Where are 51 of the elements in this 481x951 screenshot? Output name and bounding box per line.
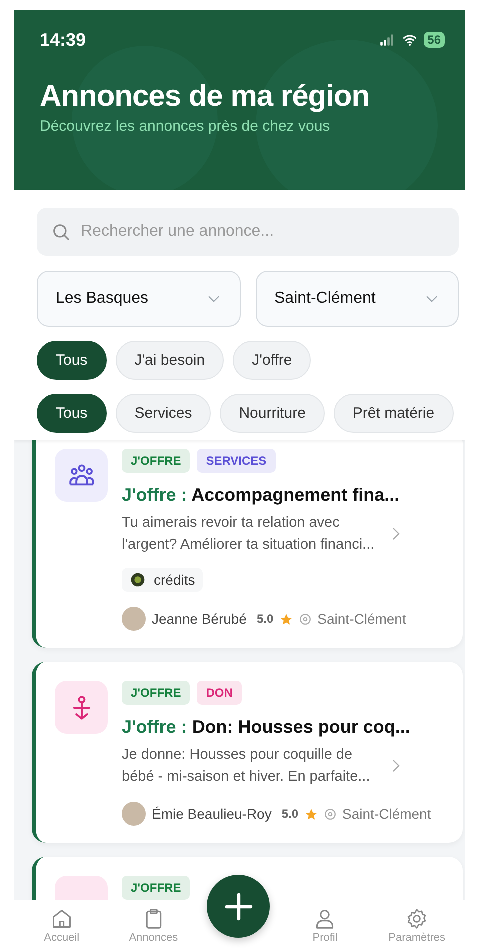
status-time: 14:39: [40, 30, 86, 50]
star-icon: [304, 808, 318, 820]
filter-chip[interactable]: Tous: [37, 394, 107, 433]
filter-chip[interactable]: Prêt matérie: [334, 394, 454, 433]
region-dropdown[interactable]: Saint-Clément: [256, 271, 459, 327]
filter-chip[interactable]: J'ai besoin: [116, 341, 224, 380]
filter-chip[interactable]: Services: [116, 394, 212, 433]
person-icon: [314, 908, 336, 930]
author-name: Jeanne Bérubé: [152, 611, 247, 627]
location-label: Saint-Clément: [318, 611, 406, 627]
location-pin-icon: [298, 612, 312, 626]
listing-type-label: J'offre :: [122, 485, 188, 505]
page-subtitle: Découvrez les annonces près de chez vous: [40, 118, 332, 135]
listing-title: Accompagnement fina...: [192, 485, 400, 505]
location-label: Saint-Clément: [342, 806, 432, 822]
payment-label: crédits: [154, 572, 196, 588]
wifi-icon: [400, 33, 419, 47]
author-name: Émie Beaulieu-Roy: [152, 806, 272, 822]
rating-value: 5.0: [282, 807, 299, 821]
search-field[interactable]: Rechercher une annonce...: [37, 208, 459, 256]
listing-description: Je donne: Housses pour coquille de bébé - mi-saison et hiver. En parfaite...: [122, 746, 372, 787]
category-tag: SERVICES: [197, 449, 276, 473]
category-tag: DON: [197, 681, 242, 705]
settings-icon: [406, 908, 428, 930]
rating-value: 5.0: [256, 612, 274, 626]
category-tag: J'OFFRE: [122, 681, 190, 705]
location-pin-icon: [324, 808, 337, 820]
listing-description: Tu aimerais revoir ta relation avec l'argent? Améliorer ta situation financi...: [122, 514, 376, 555]
listing-card[interactable]: J'OFFRE SERVICES J'offre : Accompagnement fina... Tu aimerais revoir ta relation avec l'argent? Améliorer ta situation financi... crédits Jeanne Bérubé 5.0 Saint-Clément: [32, 440, 463, 648]
filter-chip[interactable]: J'offre: [233, 341, 312, 380]
listing-card[interactable]: J'OFFRE DON J'offre : Don: Housses pour coq... Je donne: Housses pour coquille de bébé - mi-saison et hiver. En parfaite... Émie Beaulieu-Roy 5.0 Saint-Clément: [32, 662, 463, 843]
region-dropdown[interactable]: Les Basques: [37, 271, 240, 327]
add-button[interactable]: [207, 875, 270, 938]
battery-level: 56: [424, 32, 445, 48]
listing-type-label: J'offre :: [122, 717, 188, 737]
people-icon: [68, 462, 94, 488]
search-icon: [51, 222, 71, 242]
star-icon: [280, 612, 293, 626]
signal-icon: [378, 33, 396, 47]
category-tag: J'OFFRE: [122, 449, 190, 473]
filter-chip[interactable]: Tous: [37, 341, 107, 380]
filter-chip[interactable]: Nourriture: [220, 394, 325, 433]
avatar: [122, 802, 146, 826]
listing-title: Don: Housses pour coq...: [192, 717, 410, 737]
home-icon: [50, 908, 73, 930]
listing-card[interactable]: J'OFFRE: [32, 857, 463, 900]
category-tag: J'OFFRE: [122, 876, 190, 900]
coin-icon: [130, 572, 146, 588]
page-title: Annonces de ma région: [40, 80, 371, 114]
plus-icon: [222, 890, 255, 922]
avatar: [122, 607, 146, 631]
